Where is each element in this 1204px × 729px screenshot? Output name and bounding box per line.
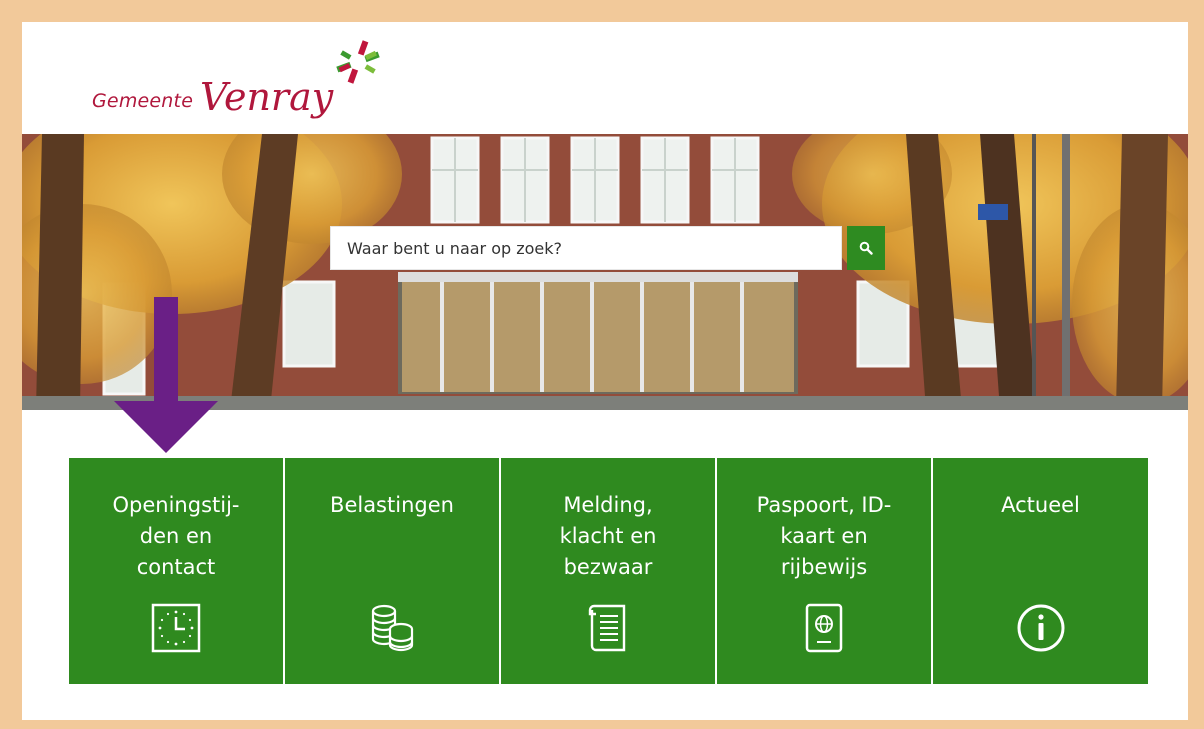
tile-melding-klacht-bezwaar[interactable]: Melding, klacht en bezwaar [501,458,715,684]
passport-icon [805,603,843,653]
logo-name: Venray [200,75,334,119]
tile-actueel[interactable]: Actueel [933,458,1148,684]
search-input[interactable] [331,227,841,269]
tile-belastingen[interactable]: Belastingen [285,458,499,684]
logo-star-icon [336,40,380,84]
service-tiles: Openingstij- den en contact Belastingen [69,458,1148,684]
coins-icon [371,604,414,652]
clock-icon [151,603,201,653]
search-button[interactable] [847,226,885,270]
tile-label: Openingstij- den en contact [112,493,240,579]
tile-label: Actueel [1001,493,1080,517]
logo-prefix: Gemeente [92,90,194,112]
gemeente-venray-logo[interactable]: Gemeente Venray [92,40,392,116]
tile-label: Paspoort, ID- kaart en rijbewijs [756,493,892,579]
info-icon [1017,604,1064,652]
tile-openingstijden[interactable]: Openingstij- den en contact [69,458,283,684]
tile-paspoort-id-rijbewijs[interactable]: Paspoort, ID- kaart en rijbewijs [717,458,931,684]
document-icon [588,604,626,652]
page-frame: Gemeente Venray Waar bent u naar op zoek… [22,22,1188,720]
tile-label: Melding, klacht en bezwaar [559,493,657,579]
down-arrow-annotation [114,297,218,453]
search-icon [859,241,873,255]
tile-label: Belastingen [330,493,454,517]
search-bar [330,226,842,270]
